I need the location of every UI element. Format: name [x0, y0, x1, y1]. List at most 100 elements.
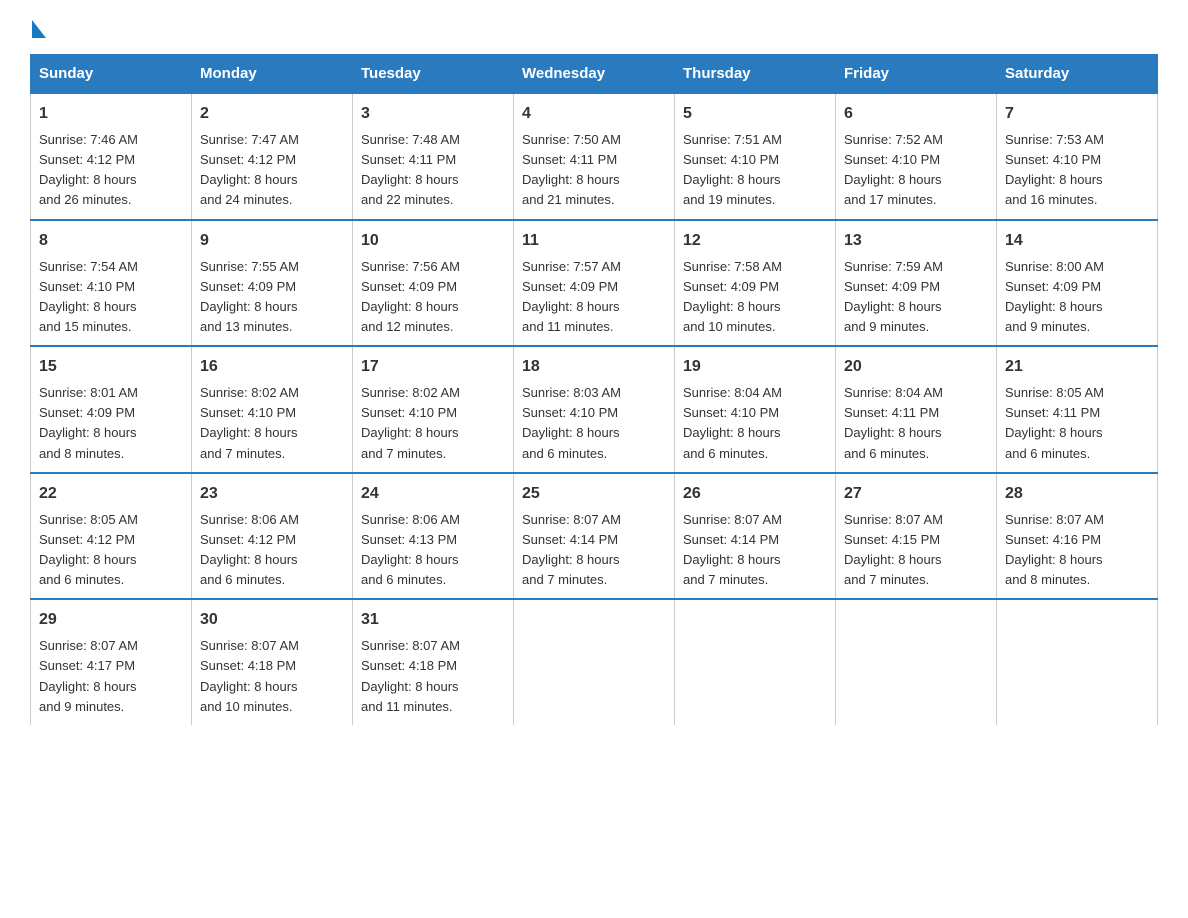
day-info: Sunrise: 7:50 AMSunset: 4:11 PMDaylight:… [522, 130, 666, 211]
logo-arrow-icon [32, 20, 46, 38]
day-number: 31 [361, 608, 505, 632]
calendar-cell: 29 Sunrise: 8:07 AMSunset: 4:17 PMDayligh… [31, 599, 192, 725]
day-info: Sunrise: 8:07 AMSunset: 4:18 PMDaylight:… [200, 636, 344, 717]
day-info: Sunrise: 7:47 AMSunset: 4:12 PMDaylight:… [200, 130, 344, 211]
day-info: Sunrise: 8:07 AMSunset: 4:16 PMDaylight:… [1005, 510, 1149, 591]
header-wednesday: Wednesday [514, 55, 675, 94]
calendar-table: SundayMondayTuesdayWednesdayThursdayFrid… [30, 54, 1158, 725]
header-saturday: Saturday [997, 55, 1158, 94]
calendar-cell [836, 599, 997, 725]
calendar-cell: 17Sunrise: 8:02 AMSunset: 4:10 PMDayligh… [353, 346, 514, 473]
day-info: Sunrise: 7:48 AMSunset: 4:11 PMDaylight:… [361, 130, 505, 211]
day-number: 29 [39, 608, 183, 632]
calendar-cell: 22Sunrise: 8:05 AMSunset: 4:12 PMDayligh… [31, 473, 192, 600]
day-number: 24 [361, 482, 505, 506]
day-info: Sunrise: 8:03 AMSunset: 4:10 PMDaylight:… [522, 383, 666, 464]
calendar-cell: 31Sunrise: 8:07 AMSunset: 4:18 PMDayligh… [353, 599, 514, 725]
day-info: Sunrise: 8:07 AMSunset: 4:14 PMDaylight:… [522, 510, 666, 591]
day-info: Sunrise: 7:59 AMSunset: 4:09 PMDaylight:… [844, 257, 988, 338]
calendar-cell [675, 599, 836, 725]
calendar-cell: 25 Sunrise: 8:07 AMSunset: 4:14 PMDayligh… [514, 473, 675, 600]
day-number: 3 [361, 102, 505, 126]
day-number: 14 [1005, 229, 1149, 253]
calendar-cell: 1 Sunrise: 7:46 AMSunset: 4:12 PMDaylight… [31, 93, 192, 220]
calendar-cell: 30 Sunrise: 8:07 AMSunset: 4:18 PMDayligh… [192, 599, 353, 725]
day-number: 11 [522, 229, 666, 253]
day-info: Sunrise: 8:01 AMSunset: 4:09 PMDaylight:… [39, 383, 183, 464]
calendar-header-row: SundayMondayTuesdayWednesdayThursdayFrid… [31, 55, 1158, 94]
header-monday: Monday [192, 55, 353, 94]
day-info: Sunrise: 7:51 AMSunset: 4:10 PMDaylight:… [683, 130, 827, 211]
calendar-cell: 28 Sunrise: 8:07 AMSunset: 4:16 PMDayligh… [997, 473, 1158, 600]
calendar-cell: 19 Sunrise: 8:04 AMSunset: 4:10 PMDayligh… [675, 346, 836, 473]
day-info: Sunrise: 8:07 AMSunset: 4:17 PMDaylight:… [39, 636, 183, 717]
day-number: 17 [361, 355, 505, 379]
calendar-cell: 9 Sunrise: 7:55 AMSunset: 4:09 PMDaylight… [192, 220, 353, 347]
day-number: 6 [844, 102, 988, 126]
day-info: Sunrise: 7:58 AMSunset: 4:09 PMDaylight:… [683, 257, 827, 338]
calendar-cell: 2 Sunrise: 7:47 AMSunset: 4:12 PMDaylight… [192, 93, 353, 220]
day-number: 9 [200, 229, 344, 253]
day-number: 5 [683, 102, 827, 126]
calendar-cell: 6 Sunrise: 7:52 AMSunset: 4:10 PMDaylight… [836, 93, 997, 220]
day-number: 25 [522, 482, 666, 506]
calendar-cell: 7 Sunrise: 7:53 AMSunset: 4:10 PMDaylight… [997, 93, 1158, 220]
day-number: 1 [39, 102, 183, 126]
day-number: 28 [1005, 482, 1149, 506]
calendar-cell: 18Sunrise: 8:03 AMSunset: 4:10 PMDayligh… [514, 346, 675, 473]
calendar-cell: 4Sunrise: 7:50 AMSunset: 4:11 PMDaylight… [514, 93, 675, 220]
day-number: 16 [200, 355, 344, 379]
day-info: Sunrise: 8:06 AMSunset: 4:12 PMDaylight:… [200, 510, 344, 591]
calendar-cell: 14Sunrise: 8:00 AMSunset: 4:09 PMDayligh… [997, 220, 1158, 347]
calendar-cell: 23 Sunrise: 8:06 AMSunset: 4:12 PMDayligh… [192, 473, 353, 600]
calendar-cell: 10Sunrise: 7:56 AMSunset: 4:09 PMDayligh… [353, 220, 514, 347]
day-info: Sunrise: 8:05 AMSunset: 4:12 PMDaylight:… [39, 510, 183, 591]
calendar-cell: 11 Sunrise: 7:57 AMSunset: 4:09 PMDayligh… [514, 220, 675, 347]
calendar-cell: 15 Sunrise: 8:01 AMSunset: 4:09 PMDayligh… [31, 346, 192, 473]
calendar-week-2: 8 Sunrise: 7:54 AMSunset: 4:10 PMDaylight… [31, 220, 1158, 347]
header-thursday: Thursday [675, 55, 836, 94]
day-number: 30 [200, 608, 344, 632]
day-info: Sunrise: 8:04 AMSunset: 4:10 PMDaylight:… [683, 383, 827, 464]
day-info: Sunrise: 7:57 AMSunset: 4:09 PMDaylight:… [522, 257, 666, 338]
day-info: Sunrise: 7:55 AMSunset: 4:09 PMDaylight:… [200, 257, 344, 338]
day-number: 7 [1005, 102, 1149, 126]
day-number: 19 [683, 355, 827, 379]
calendar-week-5: 29 Sunrise: 8:07 AMSunset: 4:17 PMDayligh… [31, 599, 1158, 725]
calendar-week-3: 15 Sunrise: 8:01 AMSunset: 4:09 PMDayligh… [31, 346, 1158, 473]
calendar-cell: 8 Sunrise: 7:54 AMSunset: 4:10 PMDaylight… [31, 220, 192, 347]
header-tuesday: Tuesday [353, 55, 514, 94]
day-info: Sunrise: 7:52 AMSunset: 4:10 PMDaylight:… [844, 130, 988, 211]
day-number: 15 [39, 355, 183, 379]
calendar-week-1: 1 Sunrise: 7:46 AMSunset: 4:12 PMDaylight… [31, 93, 1158, 220]
day-number: 20 [844, 355, 988, 379]
page-header [30, 20, 1158, 34]
day-info: Sunrise: 8:02 AMSunset: 4:10 PMDaylight:… [200, 383, 344, 464]
day-number: 13 [844, 229, 988, 253]
calendar-cell: 13 Sunrise: 7:59 AMSunset: 4:09 PMDayligh… [836, 220, 997, 347]
day-number: 27 [844, 482, 988, 506]
day-info: Sunrise: 7:53 AMSunset: 4:10 PMDaylight:… [1005, 130, 1149, 211]
calendar-cell [997, 599, 1158, 725]
calendar-cell: 24 Sunrise: 8:06 AMSunset: 4:13 PMDayligh… [353, 473, 514, 600]
day-info: Sunrise: 8:07 AMSunset: 4:15 PMDaylight:… [844, 510, 988, 591]
day-number: 23 [200, 482, 344, 506]
day-number: 12 [683, 229, 827, 253]
day-info: Sunrise: 8:05 AMSunset: 4:11 PMDaylight:… [1005, 383, 1149, 464]
day-number: 2 [200, 102, 344, 126]
day-info: Sunrise: 7:46 AMSunset: 4:12 PMDaylight:… [39, 130, 183, 211]
calendar-week-4: 22Sunrise: 8:05 AMSunset: 4:12 PMDayligh… [31, 473, 1158, 600]
calendar-cell: 21Sunrise: 8:05 AMSunset: 4:11 PMDayligh… [997, 346, 1158, 473]
calendar-cell: 20Sunrise: 8:04 AMSunset: 4:11 PMDayligh… [836, 346, 997, 473]
day-number: 8 [39, 229, 183, 253]
day-number: 26 [683, 482, 827, 506]
day-info: Sunrise: 8:06 AMSunset: 4:13 PMDaylight:… [361, 510, 505, 591]
day-info: Sunrise: 7:54 AMSunset: 4:10 PMDaylight:… [39, 257, 183, 338]
calendar-cell: 5 Sunrise: 7:51 AMSunset: 4:10 PMDaylight… [675, 93, 836, 220]
logo [30, 20, 46, 34]
day-info: Sunrise: 7:56 AMSunset: 4:09 PMDaylight:… [361, 257, 505, 338]
calendar-cell: 26Sunrise: 8:07 AMSunset: 4:14 PMDayligh… [675, 473, 836, 600]
header-sunday: Sunday [31, 55, 192, 94]
calendar-cell [514, 599, 675, 725]
calendar-cell: 12 Sunrise: 7:58 AMSunset: 4:09 PMDayligh… [675, 220, 836, 347]
